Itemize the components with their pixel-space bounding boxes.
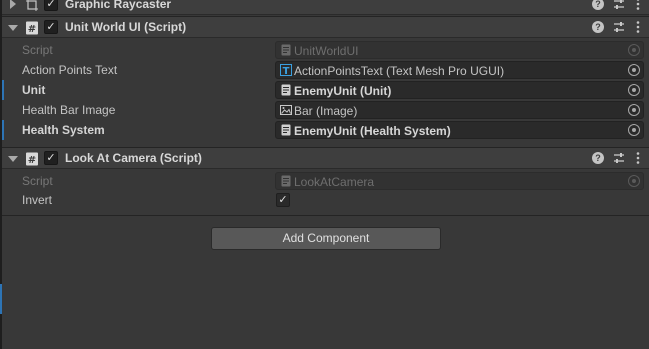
prefab-override-indicator bbox=[2, 120, 4, 140]
preset-icon[interactable] bbox=[611, 0, 627, 12]
section-divider bbox=[2, 215, 649, 216]
object-picker-icon[interactable] bbox=[628, 84, 640, 96]
field-label: Script bbox=[22, 174, 53, 188]
component-header-graphic-raycaster[interactable]: ✓ Graphic Raycaster ? bbox=[2, 0, 649, 15]
textmeshpro-icon: T bbox=[280, 64, 292, 77]
field-row-unit: Unit EnemyUnit (Unit) bbox=[2, 80, 649, 100]
field-value: EnemyUnit (Unit) bbox=[294, 84, 392, 98]
object-field-action-points-text[interactable]: T ActionPointsText (Text Mesh Pro UGUI) bbox=[275, 61, 644, 79]
help-icon[interactable]: ? bbox=[590, 0, 606, 12]
field-row-action-points-text: Action Points Text T ActionPointsText (T… bbox=[2, 60, 649, 80]
preset-icon[interactable] bbox=[611, 19, 627, 35]
object-picker-icon bbox=[628, 175, 640, 187]
field-value: UnitWorldUI bbox=[294, 44, 359, 58]
field-row-invert: Invert ✓ bbox=[2, 190, 649, 210]
field-label: Invert bbox=[22, 193, 53, 207]
help-icon[interactable]: ? bbox=[590, 150, 606, 166]
object-picker-icon[interactable] bbox=[628, 124, 640, 136]
object-field-unit[interactable]: EnemyUnit (Unit) bbox=[275, 81, 644, 99]
field-value: ActionPointsText (Text Mesh Pro UGUI) bbox=[294, 64, 505, 78]
more-options-icon[interactable] bbox=[630, 0, 646, 12]
image-icon bbox=[280, 104, 292, 116]
script-icon: # bbox=[24, 20, 40, 36]
field-label: Action Points Text bbox=[22, 63, 118, 77]
svg-text:#: # bbox=[28, 155, 36, 166]
component-header-look-at-camera[interactable]: # ✓ Look At Camera (Script) ? bbox=[2, 147, 649, 169]
field-label: Health Bar Image bbox=[22, 103, 116, 117]
component-enabled-checkbox[interactable]: ✓ bbox=[44, 0, 58, 11]
help-icon[interactable]: ? bbox=[590, 19, 606, 35]
svg-text:T: T bbox=[283, 66, 290, 76]
field-row-health-system: Health System EnemyUnit (Health System) bbox=[2, 120, 649, 140]
script-file-icon bbox=[280, 84, 292, 96]
field-row-health-bar-image: Health Bar Image Bar (Image) bbox=[2, 100, 649, 120]
component-title: Unit World UI (Script) bbox=[65, 20, 187, 34]
field-row-script: Script UnitWorldUI bbox=[2, 40, 649, 60]
field-value: LookAtCamera bbox=[294, 175, 375, 189]
invert-checkbox[interactable]: ✓ bbox=[276, 193, 290, 207]
object-picker-icon[interactable] bbox=[628, 64, 640, 76]
panel-left-edge-accent bbox=[0, 284, 2, 314]
field-label: Unit bbox=[22, 83, 46, 97]
object-field-script: UnitWorldUI bbox=[275, 41, 644, 59]
object-picker-icon bbox=[628, 44, 640, 56]
preset-icon[interactable] bbox=[611, 150, 627, 166]
script-file-icon bbox=[280, 124, 292, 136]
script-icon: # bbox=[24, 151, 40, 167]
foldout-collapsed-icon[interactable] bbox=[10, 0, 16, 9]
field-label: Script bbox=[22, 43, 53, 57]
component-enabled-checkbox[interactable]: ✓ bbox=[44, 20, 58, 34]
object-field-script: LookAtCamera bbox=[275, 172, 644, 190]
component-enabled-checkbox[interactable]: ✓ bbox=[44, 151, 58, 165]
object-field-health-system[interactable]: EnemyUnit (Health System) bbox=[275, 121, 644, 139]
field-label: Health System bbox=[22, 123, 105, 137]
svg-text:#: # bbox=[28, 24, 36, 35]
more-options-icon[interactable] bbox=[630, 19, 646, 35]
component-header-unit-world-ui[interactable]: # ✓ Unit World UI (Script) ? bbox=[2, 16, 649, 38]
field-row-script: Script LookAtCamera bbox=[2, 171, 649, 191]
script-file-icon bbox=[280, 44, 292, 56]
object-picker-icon[interactable] bbox=[628, 104, 640, 116]
script-file-icon bbox=[280, 175, 292, 187]
object-field-health-bar-image[interactable]: Bar (Image) bbox=[275, 101, 644, 119]
component-title: Look At Camera (Script) bbox=[65, 151, 202, 165]
prefab-override-indicator bbox=[2, 80, 4, 100]
field-value: EnemyUnit (Health System) bbox=[294, 124, 451, 138]
add-component-button[interactable]: Add Component bbox=[211, 227, 441, 250]
more-options-icon[interactable] bbox=[630, 150, 646, 166]
foldout-expanded-icon[interactable] bbox=[8, 156, 18, 162]
field-value: Bar (Image) bbox=[294, 104, 358, 118]
foldout-expanded-icon[interactable] bbox=[8, 25, 18, 31]
component-title: Graphic Raycaster bbox=[65, 0, 172, 11]
raycaster-icon bbox=[24, 0, 40, 13]
